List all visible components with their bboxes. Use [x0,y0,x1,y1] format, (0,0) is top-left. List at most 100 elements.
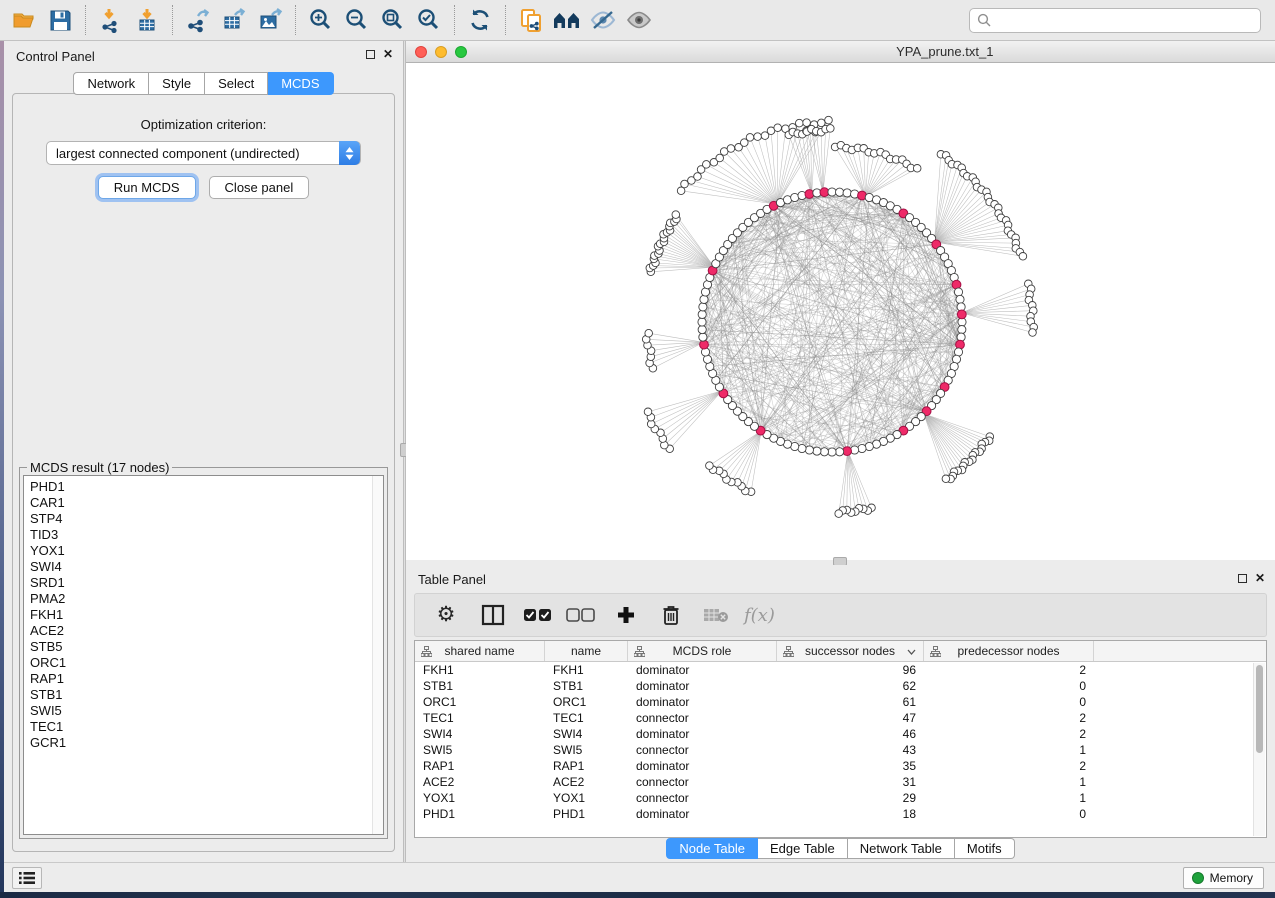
delete-column-icon[interactable] [656,599,686,631]
mcds-result-node[interactable]: RAP1 [30,671,383,687]
table-cell: 18 [777,806,924,822]
network-view-window: YPA_prune.txt_1 [406,41,1275,560]
window-traffic-lights [415,46,467,58]
show-all-icon[interactable] [621,3,657,37]
deselect-all-icon[interactable] [566,599,596,631]
table-row[interactable]: TEC1TEC1connector472 [415,710,1266,726]
criterion-dropdown[interactable]: largest connected component (undirected) [46,141,361,165]
zoom-in-icon[interactable] [303,3,339,37]
mcds-result-node[interactable]: TEC1 [30,719,383,735]
mcds-result-node[interactable]: SWI5 [30,703,383,719]
dropdown-stepper-icon [339,141,360,165]
tab-motifs[interactable]: Motifs [955,838,1015,859]
network-canvas[interactable] [406,63,1275,560]
column-header-shared-name[interactable]: shared name [415,641,545,661]
tab-mcds[interactable]: MCDS [268,72,333,95]
tab-edge-table[interactable]: Edge Table [758,838,848,859]
mcds-result-node[interactable]: STB1 [30,687,383,703]
table-row[interactable]: FKH1FKH1dominator962 [415,662,1266,678]
table-cell: YOX1 [415,790,545,806]
mcds-result-node[interactable]: ACE2 [30,623,383,639]
mcds-result-node[interactable]: ORC1 [30,655,383,671]
table-cell: FKH1 [415,662,545,678]
mcds-result-list[interactable]: PHD1CAR1STP4TID3YOX1SWI4SRD1PMA2FKH1ACE2… [23,475,384,835]
add-column-icon[interactable] [611,599,641,631]
zoom-fit-icon[interactable] [375,3,411,37]
zoom-out-icon[interactable] [339,3,375,37]
import-network-icon[interactable] [93,3,129,37]
table-row[interactable]: ORC1ORC1dominator610 [415,694,1266,710]
tab-network[interactable]: Network [73,72,149,95]
fx-label: f(x) [744,605,775,626]
table-scrollbar[interactable] [1253,663,1265,836]
tab-node-table[interactable]: Node Table [666,838,758,859]
minimize-window-icon[interactable] [435,46,447,58]
zoom-selected-icon[interactable] [411,3,447,37]
column-header-MCDS-role[interactable]: MCDS role [628,641,777,661]
export-network-icon[interactable] [180,3,216,37]
table-cell: SWI4 [415,726,545,742]
mcds-result-node[interactable]: PHD1 [30,479,383,495]
table-row[interactable]: PHD1PHD1dominator180 [415,806,1266,822]
table-settings-gear-icon[interactable]: ⚙ [431,599,461,631]
select-all-icon[interactable] [523,599,553,631]
float-table-panel-icon[interactable] [1238,574,1247,583]
mcds-result-node[interactable]: STP4 [30,511,383,527]
network-window-titlebar: YPA_prune.txt_1 [406,41,1275,63]
column-header-predecessor-nodes[interactable]: predecessor nodes [924,641,1094,661]
mcds-result-node[interactable]: YOX1 [30,543,383,559]
mcds-result-node[interactable]: STB5 [30,639,383,655]
tab-style[interactable]: Style [149,72,205,95]
export-image-icon[interactable] [252,3,288,37]
memory-status-icon [1192,872,1204,884]
table-row[interactable]: SWI5SWI5connector431 [415,742,1266,758]
table-row[interactable]: SWI4SWI4dominator462 [415,726,1266,742]
table-row[interactable]: ACE2ACE2connector311 [415,774,1266,790]
close-window-icon[interactable] [415,46,427,58]
column-header-name[interactable]: name [545,641,628,661]
mcds-result-node[interactable]: GCR1 [30,735,383,751]
float-panel-icon[interactable] [366,50,375,59]
tab-network-table[interactable]: Network Table [848,838,955,859]
first-neighbors-icon[interactable] [549,3,585,37]
close-panel-button[interactable]: Close panel [209,176,310,199]
table-type-tabs: Node TableEdge TableNetwork TableMotifs [406,838,1275,859]
network-graph[interactable] [406,63,1275,560]
run-mcds-button[interactable]: Run MCDS [98,176,196,199]
mcds-result-node[interactable]: PMA2 [30,591,383,607]
split-columns-icon[interactable] [478,599,508,631]
mcds-result-node[interactable]: SRD1 [30,575,383,591]
mcds-list-scrollbar[interactable] [372,476,383,834]
table-row[interactable]: YOX1YOX1connector291 [415,790,1266,806]
close-panel-icon[interactable]: ✕ [383,49,393,59]
task-history-button[interactable] [12,867,42,889]
mcds-result-node[interactable]: CAR1 [30,495,383,511]
table-row[interactable]: RAP1RAP1dominator352 [415,758,1266,774]
maximize-window-icon[interactable] [455,46,467,58]
save-session-icon[interactable] [42,3,78,37]
table-cell: dominator [628,694,777,710]
mcds-result-node[interactable]: SWI4 [30,559,383,575]
column-header-successor-nodes[interactable]: successor nodes [777,641,924,661]
mcds-result-node[interactable]: TID3 [30,527,383,543]
table-cell: 1 [924,790,1094,806]
table-scrollbar-thumb[interactable] [1256,665,1263,753]
close-table-panel-icon[interactable]: ✕ [1255,573,1265,583]
import-table-icon[interactable] [129,3,165,37]
table-cell: PHD1 [415,806,545,822]
tab-select[interactable]: Select [205,72,268,95]
memory-button[interactable]: Memory [1183,867,1264,889]
open-session-icon[interactable] [6,3,42,37]
table-cell: ORC1 [545,694,628,710]
clone-network-icon[interactable] [513,3,549,37]
toolbar-separator [295,5,296,35]
control-panel-tabs: NetworkStyleSelectMCDS [4,72,403,95]
search-input[interactable] [969,8,1261,33]
mcds-result-node[interactable]: FKH1 [30,607,383,623]
node-table: shared namenameMCDS rolesuccessor nodesp… [414,640,1267,838]
hide-selected-icon[interactable] [585,3,621,37]
table-row[interactable]: STB1STB1dominator620 [415,678,1266,694]
refresh-layout-icon[interactable] [462,3,498,37]
table-cell: YOX1 [545,790,628,806]
export-table-icon[interactable] [216,3,252,37]
